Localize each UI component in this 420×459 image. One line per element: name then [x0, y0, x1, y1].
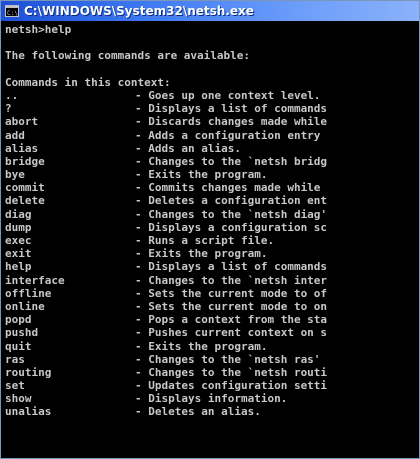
prompt-line: netsh>help: [5, 23, 72, 36]
command-row: diag - Changes to the `netsh diag': [5, 208, 419, 221]
command-row: set - Updates configuration setti: [5, 379, 419, 392]
command-description: - Deletes a configuration ent: [135, 194, 328, 208]
window-title: C:\WINDOWS\System32\netsh.exe: [24, 4, 254, 18]
command-row: popd - Pops a context from the sta: [5, 313, 419, 326]
console-output[interactable]: netsh>help The following commands are av…: [1, 21, 419, 458]
command-name: ..: [5, 88, 19, 102]
command-name: bye: [5, 168, 25, 182]
command-description: - Changes to the `netsh inter: [135, 273, 328, 287]
command-name: delete: [5, 194, 45, 208]
command-description: - Updates configuration setti: [135, 379, 328, 393]
command-description: - Displays information.: [135, 392, 288, 406]
command-name: ?: [5, 102, 12, 116]
command-name: quit: [5, 339, 32, 353]
command-name: offline: [5, 286, 52, 300]
command-name: exit: [5, 247, 32, 261]
command-description: - Adds an alias.: [135, 141, 241, 155]
command-row: alias - Adds an alias.: [5, 142, 419, 155]
command-description: - Commits changes made while: [135, 181, 321, 195]
command-name: dump: [5, 220, 32, 234]
command-description: - Changes to the `netsh ras': [135, 352, 321, 366]
command-row: commit - Commits changes made while: [5, 181, 419, 194]
command-row: dump - Displays a configuration sc: [5, 221, 419, 234]
command-description: - Goes up one context level.: [135, 88, 321, 102]
command-row: bridge - Changes to the `netsh bridg: [5, 155, 419, 168]
command-description: - Changes to the `netsh routi: [135, 365, 328, 379]
command-name: popd: [5, 313, 32, 327]
command-row: exec - Runs a script file.: [5, 234, 419, 247]
command-description: - Pushes current context on s: [135, 326, 328, 340]
command-row: pushd - Pushes current context on s: [5, 326, 419, 339]
command-description: - Runs a script file.: [135, 234, 275, 247]
command-name: diag: [5, 207, 32, 221]
command-row: delete - Deletes a configuration ent: [5, 194, 419, 207]
command-list: .. - Goes up one context level.? - Display…: [5, 89, 419, 419]
command-row: interface - Changes to the `netsh inter: [5, 274, 419, 287]
command-name: help: [5, 260, 32, 274]
command-name: online: [5, 299, 45, 313]
command-name: set: [5, 379, 25, 393]
command-row: exit - Exits the program.: [5, 247, 419, 260]
command-name: routing: [5, 365, 52, 379]
context-header: Commands in this context:: [5, 75, 171, 89]
console-icon[interactable]: C:\: [5, 5, 19, 17]
command-name: show: [5, 392, 32, 406]
command-row: quit - Exits the program.: [5, 340, 419, 353]
command-description: - Exits the program.: [135, 339, 268, 353]
command-description: - Exits the program.: [135, 247, 268, 261]
command-row: unalias - Deletes an alias.: [5, 405, 419, 418]
command-name: ras: [5, 352, 25, 366]
command-name: pushd: [5, 326, 39, 340]
command-row: show - Displays information.: [5, 392, 419, 405]
command-name: bridge: [5, 154, 45, 168]
command-description: - Changes to the `netsh diag': [135, 207, 328, 221]
command-row: ? - Displays a list of commands: [5, 102, 419, 115]
command-name: add: [5, 128, 25, 142]
command-description: - Displays a configuration sc: [135, 220, 328, 234]
command-description: - Sets the current mode to on: [135, 299, 328, 313]
command-name: exec: [5, 234, 32, 247]
command-row: abort - Discards changes made while: [5, 115, 419, 128]
command-description: - Pops a context from the sta: [135, 313, 328, 327]
command-name: unalias: [5, 405, 52, 419]
command-description: - Exits the program.: [135, 168, 268, 182]
command-name: abort: [5, 115, 39, 129]
console-window: C:\ C:\WINDOWS\System32\netsh.exe netsh>…: [0, 0, 420, 459]
command-row: help - Displays a list of commands: [5, 260, 419, 273]
title-bar[interactable]: C:\ C:\WINDOWS\System32\netsh.exe: [1, 1, 419, 21]
command-description: - Deletes an alias.: [135, 405, 261, 419]
command-row: add - Adds a configuration entry: [5, 129, 419, 142]
command-name: commit: [5, 181, 45, 195]
command-description: - Discards changes made while: [135, 115, 328, 129]
command-row: routing - Changes to the `netsh routi: [5, 366, 419, 379]
command-row: bye - Exits the program.: [5, 168, 419, 181]
command-description: - Displays a list of commands: [135, 260, 328, 274]
command-row: ras - Changes to the `netsh ras': [5, 353, 419, 366]
command-description: - Sets the current mode to of: [135, 286, 328, 300]
command-name: interface: [5, 273, 65, 287]
command-description: - Changes to the `netsh bridg: [135, 154, 328, 168]
command-row: .. - Goes up one context level.: [5, 89, 419, 102]
command-row: offline - Sets the current mode to of: [5, 287, 419, 300]
svg-text:C:\: C:\: [7, 10, 18, 17]
intro-text: The following commands are available:: [5, 49, 251, 63]
command-description: - Displays a list of commands: [135, 102, 328, 116]
command-name: alias: [5, 141, 39, 155]
command-description: - Adds a configuration entry: [135, 128, 321, 142]
command-row: online - Sets the current mode to on: [5, 300, 419, 313]
